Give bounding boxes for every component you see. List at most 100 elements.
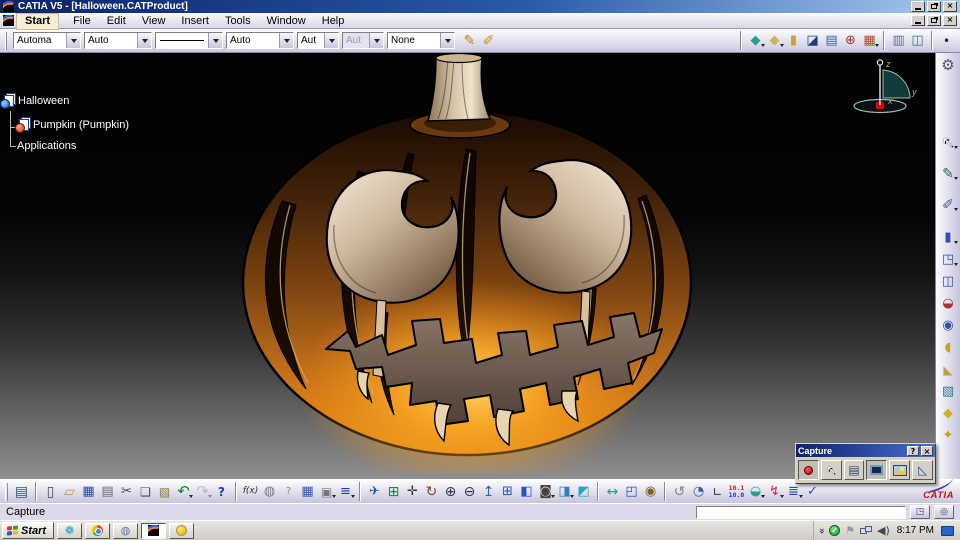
dropdown-arrow-icon[interactable] xyxy=(324,33,338,48)
chamfer-icon[interactable]: ◣ xyxy=(939,360,958,379)
copy-icon[interactable]: ❏ xyxy=(136,482,155,501)
shading-icon[interactable]: ◆ xyxy=(765,31,784,50)
capture-video-button[interactable] xyxy=(866,460,888,480)
mdi-close-button[interactable]: × xyxy=(943,15,957,26)
menu-insert[interactable]: Insert xyxy=(173,14,217,29)
flag-icon[interactable]: ⚑ xyxy=(845,525,855,536)
shading-edges-icon[interactable]: ▮ xyxy=(784,31,803,50)
point-symbol-select[interactable]: Aut xyxy=(297,32,339,49)
taskbar-media-button[interactable]: ◍ xyxy=(113,522,139,539)
menu-tools[interactable]: Tools xyxy=(217,14,259,29)
dropdown-arrow-icon[interactable] xyxy=(279,33,293,48)
3d-viewport[interactable]: Halloween Pumpkin (Pumpkin) Applications… xyxy=(0,53,960,479)
capture-options-button[interactable]: ▤ xyxy=(843,460,865,480)
apply-material-icon[interactable]: ◒ xyxy=(746,482,765,501)
fillet-icon[interactable]: ◖ xyxy=(939,338,958,357)
zoom-out-icon[interactable]: ⊖ xyxy=(460,482,479,501)
dropdown-arrow-icon[interactable] xyxy=(208,33,222,48)
minimize-button[interactable] xyxy=(911,1,925,12)
catalog-browser-icon[interactable]: ≣ xyxy=(784,482,803,501)
dropdown-arrow-icon[interactable] xyxy=(351,495,355,500)
dropdown-arrow-icon[interactable] xyxy=(440,33,454,48)
workbench-icon[interactable]: ▤ xyxy=(12,482,31,501)
wireframe-icon[interactable]: ▤ xyxy=(822,31,841,50)
line-icon[interactable]: ∕ xyxy=(956,31,960,50)
new-document-icon[interactable]: ▯ xyxy=(41,482,60,501)
dropdown-arrow-icon[interactable] xyxy=(953,177,958,182)
network-icon[interactable] xyxy=(859,526,872,535)
dropdown-arrow-icon[interactable] xyxy=(369,33,383,48)
apply-material-icon[interactable]: ◆ xyxy=(939,404,958,423)
lock-icon[interactable]: ▣ xyxy=(317,482,336,501)
measure-item-icon[interactable]: ◰ xyxy=(622,482,641,501)
hidden-line-icon[interactable]: ◪ xyxy=(803,31,822,50)
dropdown-arrow-icon[interactable] xyxy=(953,208,958,213)
painter-icon[interactable]: ✎ xyxy=(460,31,479,50)
toolbar-drag-handle[interactable] xyxy=(5,482,8,501)
display-settings-icon[interactable] xyxy=(941,525,954,536)
paste-icon[interactable]: ▧ xyxy=(155,482,174,501)
normal-view-icon[interactable]: ⊕ xyxy=(841,31,860,50)
rotate-icon[interactable]: ↻ xyxy=(422,482,441,501)
macro-button[interactable]: ◎ xyxy=(934,505,954,519)
capture-image-button[interactable] xyxy=(889,460,911,480)
taskbar-chrome-button[interactable] xyxy=(85,522,111,539)
comment-icon[interactable]: ◍ xyxy=(260,482,279,501)
multi-view-icon[interactable]: ⊞ xyxy=(498,482,517,501)
dialog-expand-button[interactable]: ◳ xyxy=(910,505,930,519)
dropdown-arrow-icon[interactable] xyxy=(66,33,80,48)
taskbar-catia-button[interactable] xyxy=(141,522,167,539)
fit-all-in-icon[interactable]: ⊞ xyxy=(384,482,403,501)
select-cursor-icon[interactable]: ↖ xyxy=(939,133,958,152)
formula-icon[interactable]: f(x) xyxy=(241,482,260,501)
pad-icon[interactable]: ▮ xyxy=(939,228,958,247)
part-body-icon[interactable]: ✐ xyxy=(939,195,958,214)
transparency-select[interactable]: Auto xyxy=(84,32,152,49)
tray-collapse-icon[interactable]: » xyxy=(816,527,827,533)
close-button[interactable]: × xyxy=(943,1,957,12)
capture-vector-button[interactable]: ◺ xyxy=(912,460,933,480)
menu-edit[interactable]: Edit xyxy=(99,14,134,29)
security-shield-icon[interactable]: ✓ xyxy=(829,525,841,536)
point-icon[interactable]: • xyxy=(937,31,956,50)
axis-system-icon[interactable]: ∟ xyxy=(708,482,727,501)
tree-item-pumpkin[interactable]: Pumpkin (Pumpkin) xyxy=(15,119,129,133)
settings-gear-icon[interactable]: ⚙ xyxy=(939,56,958,75)
box-icon[interactable]: ▧ xyxy=(939,382,958,401)
shell-icon[interactable]: ◒ xyxy=(939,294,958,313)
view-mode-icon[interactable]: ◙ xyxy=(536,482,555,501)
knowledge-inspector-icon[interactable]: ↯ xyxy=(765,482,784,501)
swap-view-icon[interactable]: ◫ xyxy=(908,31,927,50)
toolbar-drag-handle[interactable] xyxy=(5,31,7,50)
normal-to-icon[interactable]: ↥ xyxy=(479,482,498,501)
dropdown-arrow-icon[interactable] xyxy=(875,44,879,49)
command-input[interactable] xyxy=(696,505,906,519)
capture-select-button[interactable]: ↖ xyxy=(820,460,842,480)
open-icon[interactable]: ▱ xyxy=(60,482,79,501)
capture-help-button[interactable]: ? xyxy=(907,445,919,456)
render-style-icon[interactable]: ▦ xyxy=(860,31,879,50)
mdi-minimize-button[interactable] xyxy=(911,15,925,26)
update-icon[interactable]: ↺ xyxy=(670,482,689,501)
sketcher-icon[interactable]: ✎ xyxy=(939,164,958,183)
look-at-icon[interactable]: ◩ xyxy=(574,482,593,501)
taskbar-msn-button[interactable]: ❁ xyxy=(57,522,83,539)
menu-view[interactable]: View xyxy=(134,14,174,29)
world-icon[interactable]: ◔ xyxy=(689,482,708,501)
mass-properties-icon[interactable]: ◉ xyxy=(641,482,660,501)
tree-item-applications[interactable]: Applications xyxy=(17,140,76,152)
pan-icon[interactable]: ✛ xyxy=(403,482,422,501)
volume-icon[interactable]: ◀) xyxy=(877,525,890,536)
pocket-icon[interactable]: ◳ xyxy=(939,250,958,269)
save-icon[interactable]: ▦ xyxy=(79,482,98,501)
taskbar-messenger-button[interactable] xyxy=(169,522,195,539)
3d-compass[interactable]: z y x xyxy=(852,57,920,115)
capture-record-button[interactable] xyxy=(798,460,819,480)
layer-select[interactable]: None xyxy=(387,32,455,49)
tile-window-icon[interactable]: ▥ xyxy=(889,31,908,50)
mirror-icon[interactable]: ◫ xyxy=(939,272,958,291)
start-button[interactable]: Start xyxy=(2,522,55,539)
capture-close-button[interactable]: × xyxy=(921,445,933,456)
dropdown-arrow-icon[interactable] xyxy=(953,263,958,268)
fly-mode-icon[interactable]: ✈ xyxy=(365,482,384,501)
